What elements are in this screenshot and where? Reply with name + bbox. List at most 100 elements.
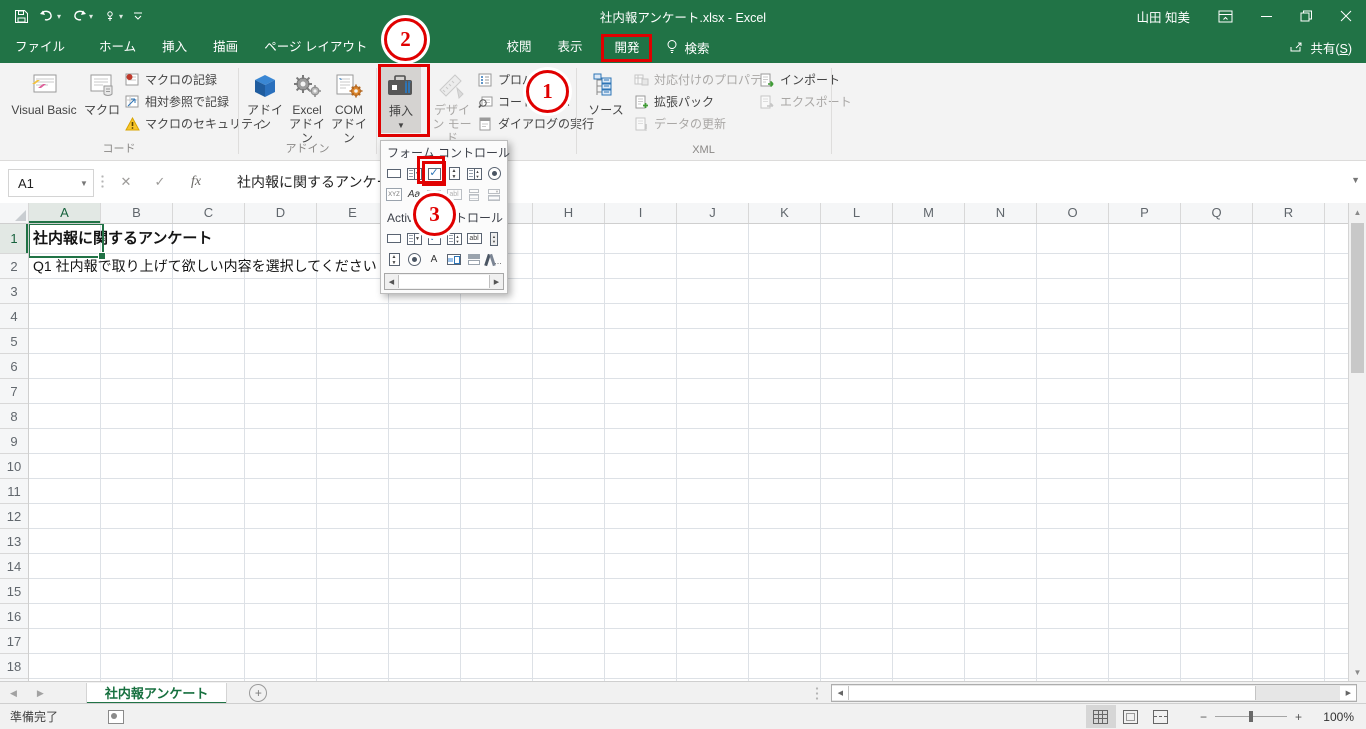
row-header-9[interactable]: 9: [0, 429, 28, 454]
dropdown-horizontal-scrollbar[interactable]: ◀ ▶: [384, 273, 504, 290]
column-header-C[interactable]: C: [173, 203, 245, 223]
design-mode-button[interactable]: デザイン モード: [429, 66, 475, 145]
scroll-left-arrow[interactable]: ◀: [832, 686, 849, 700]
ribbon-display-options-icon[interactable]: [1204, 0, 1247, 32]
tab-home[interactable]: ホーム: [86, 32, 149, 63]
more-controls-icon[interactable]: …: [484, 249, 504, 270]
select-all-corner[interactable]: [0, 203, 29, 224]
list-box-icon[interactable]: ▲ ▼: [464, 163, 484, 184]
tab-page-layout[interactable]: ページ レイアウト: [251, 32, 380, 63]
button-icon[interactable]: [384, 163, 404, 184]
sheet-nav-left-icon[interactable]: ◀: [0, 688, 27, 699]
addins-button[interactable]: アドイン: [246, 66, 284, 131]
zoom-in-button[interactable]: +: [1295, 710, 1302, 724]
tab-review[interactable]: 校閲: [493, 32, 544, 63]
insert-controls-button[interactable]: 挿入 ▼: [381, 67, 421, 133]
row-header-4[interactable]: 4: [0, 304, 28, 329]
column-header-Q[interactable]: Q: [1181, 203, 1253, 223]
option-button-icon[interactable]: [404, 249, 424, 270]
formula-bar-splitter[interactable]: [101, 174, 104, 190]
scroll-track[interactable]: [398, 275, 490, 288]
column-header-I[interactable]: I: [605, 203, 677, 223]
page-break-view-button[interactable]: [1146, 705, 1176, 728]
horizontal-scroll-thumb[interactable]: [848, 686, 1257, 700]
column-header-K[interactable]: K: [749, 203, 821, 223]
record-macro-button[interactable]: マクロの記録: [124, 69, 217, 90]
scroll-right-arrow[interactable]: ▶: [490, 275, 503, 288]
new-sheet-button[interactable]: +: [249, 684, 268, 702]
column-header-O[interactable]: O: [1037, 203, 1109, 223]
undo-dropdown-caret[interactable]: ▾: [57, 12, 61, 21]
enter-icon[interactable]: ✓: [146, 169, 174, 195]
tab-draw[interactable]: 描画: [200, 32, 251, 63]
share-button[interactable]: 共有(S): [1289, 38, 1352, 57]
vertical-scroll-thumb[interactable]: [1351, 223, 1364, 373]
spin-button-icon[interactable]: ▲ ▼: [444, 163, 464, 184]
tab-developer[interactable]: 開発: [601, 33, 653, 62]
import-button[interactable]: インポート: [759, 69, 840, 90]
row-header-3[interactable]: 3: [0, 279, 28, 304]
visual-basic-button[interactable]: Visual Basic: [6, 66, 82, 117]
scroll-bar-icon[interactable]: ▲ ▼: [484, 228, 504, 249]
excel-addins-button[interactable]: Excel アドイン: [286, 66, 328, 145]
combo-dropdown-edit-icon[interactable]: ▼: [484, 184, 504, 205]
name-box[interactable]: A1 ▼: [8, 169, 94, 197]
insert-function-icon[interactable]: fx: [182, 169, 210, 195]
scroll-right-arrow[interactable]: ▶: [1340, 686, 1357, 700]
user-name[interactable]: 山田 知美: [1123, 0, 1204, 32]
cells-area[interactable]: 社内報に関するアンケート Q1 社内報で取り上げて欲しい内容を選択してください: [29, 224, 1349, 681]
row-header-15[interactable]: 15: [0, 579, 28, 604]
column-header-D[interactable]: D: [245, 203, 317, 223]
horizontal-scroll-track[interactable]: [1256, 686, 1340, 700]
row-header-12[interactable]: 12: [0, 504, 28, 529]
sheet-tab-active[interactable]: 社内報アンケート: [85, 682, 228, 704]
macros-button[interactable]: マクロ: [82, 66, 122, 117]
option-button-icon[interactable]: [484, 163, 504, 184]
xml-source-button[interactable]: ソース: [585, 66, 627, 117]
vertical-scrollbar[interactable]: ▲ ▼: [1348, 203, 1366, 681]
scroll-left-arrow[interactable]: ◀: [385, 275, 398, 288]
save-icon[interactable]: [10, 4, 33, 28]
row-header-6[interactable]: 6: [0, 354, 28, 379]
scroll-down-arrow[interactable]: ▼: [1349, 663, 1366, 681]
row-header-14[interactable]: 14: [0, 554, 28, 579]
touch-mouse-mode-icon[interactable]: ▾: [99, 4, 127, 28]
check-box-icon[interactable]: ✓: [422, 161, 446, 186]
column-header-N[interactable]: N: [965, 203, 1037, 223]
row-header-13[interactable]: 13: [0, 529, 28, 554]
image-icon[interactable]: [444, 249, 464, 270]
customize-qat-icon[interactable]: [129, 4, 147, 28]
column-header-B[interactable]: B: [101, 203, 173, 223]
redo-dropdown-caret[interactable]: ▾: [89, 12, 93, 21]
formula-bar-expand-arrow[interactable]: ▼: [1351, 175, 1360, 185]
refresh-data-button[interactable]: データの更新: [633, 113, 726, 134]
column-header-H[interactable]: H: [533, 203, 605, 223]
column-header-P[interactable]: P: [1109, 203, 1181, 223]
text-box-icon[interactable]: abl: [464, 228, 484, 249]
column-header-M[interactable]: M: [893, 203, 965, 223]
tab-view[interactable]: 表示: [544, 32, 595, 63]
insert-dropdown-arrow[interactable]: ▼: [397, 119, 405, 133]
normal-view-button[interactable]: [1085, 705, 1116, 728]
fill-handle[interactable]: [98, 252, 106, 260]
row-header-10[interactable]: 10: [0, 454, 28, 479]
zoom-slider[interactable]: [1214, 711, 1287, 722]
horizontal-scrollbar[interactable]: ◀ ▶: [831, 684, 1358, 702]
spin-button-icon[interactable]: ▲ ▼: [384, 249, 404, 270]
row-header-11[interactable]: 11: [0, 479, 28, 504]
column-header-R[interactable]: R: [1253, 203, 1325, 223]
restore-button[interactable]: [1286, 0, 1326, 32]
combo-list-edit-icon[interactable]: [464, 184, 484, 205]
command-button-icon[interactable]: [384, 228, 404, 249]
minimize-button[interactable]: [1247, 0, 1286, 32]
row-header-7[interactable]: 7: [0, 379, 28, 404]
touch-mode-caret[interactable]: ▾: [119, 12, 123, 21]
macro-recording-icon[interactable]: [108, 709, 125, 724]
com-addins-button[interactable]: COM アドイン: [328, 66, 370, 145]
group-box-icon[interactable]: XYZ: [384, 184, 404, 205]
tab-bar-splitter[interactable]: [815, 686, 820, 700]
zoom-level[interactable]: 100%: [1310, 710, 1354, 724]
close-button[interactable]: [1326, 0, 1366, 32]
use-relative-references-button[interactable]: 相対参照で記録: [124, 91, 229, 112]
column-header-E[interactable]: E: [317, 203, 389, 223]
